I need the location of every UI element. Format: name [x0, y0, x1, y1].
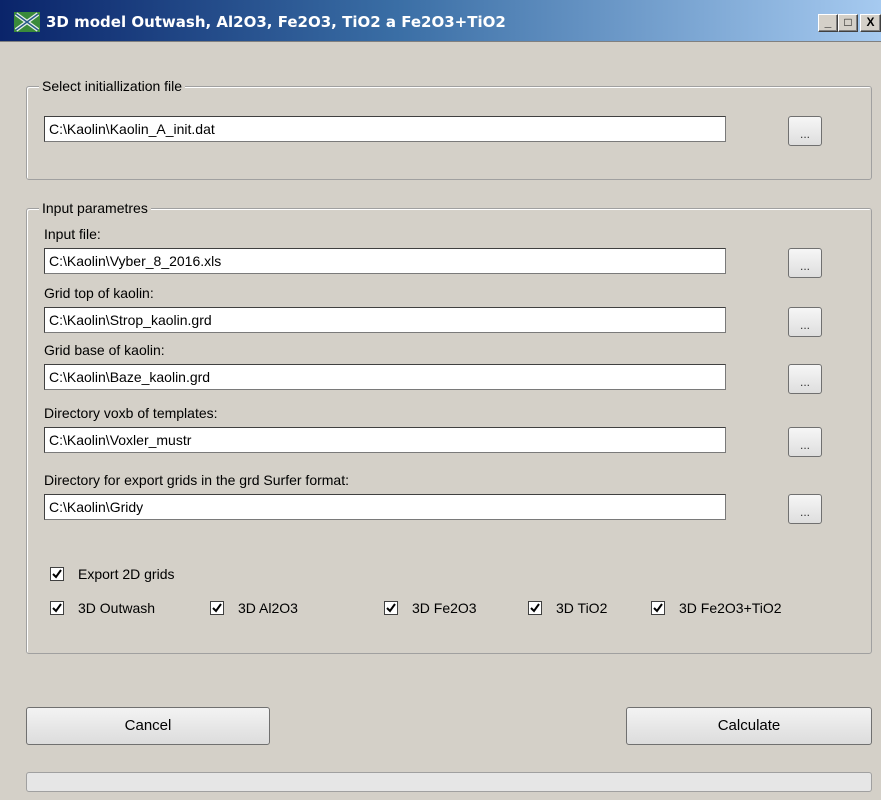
app-icon	[14, 12, 40, 32]
grid-base-label: Grid base of kaolin:	[44, 342, 165, 358]
templates-dir-label: Directory voxb of templates:	[44, 405, 218, 421]
checkbox-check-icon[interactable]	[651, 601, 665, 615]
window-title: 3D model Outwash, Al2O3, Fe2O3, TiO2 a F…	[46, 13, 506, 31]
close-button[interactable]: X	[860, 14, 881, 32]
export-dir-field[interactable]: C:\Kaolin\Gridy	[44, 494, 726, 520]
input-file-label: Input file:	[44, 226, 101, 242]
grid-base-field[interactable]: C:\Kaolin\Baze_kaolin.grd	[44, 364, 726, 390]
input-file-browse-button[interactable]: ...	[788, 248, 822, 278]
minimize-icon: _	[824, 15, 832, 29]
close-icon: X	[866, 15, 875, 29]
cancel-button[interactable]: Cancel	[26, 707, 270, 745]
al2o3-checkbox[interactable]: 3D Al2O3	[210, 600, 298, 616]
checkbox-check-icon[interactable]	[50, 567, 64, 581]
maximize-button[interactable]: □	[838, 14, 858, 32]
input-file-field[interactable]: C:\Kaolin\Vyber_8_2016.xls	[44, 248, 726, 274]
fe2o3-tio2-checkbox[interactable]: 3D Fe2O3+TiO2	[651, 600, 782, 616]
fe2o3-label: 3D Fe2O3	[412, 600, 477, 616]
tio2-label: 3D TiO2	[556, 600, 608, 616]
title-bar[interactable]: 3D model Outwash, Al2O3, Fe2O3, TiO2 a F…	[0, 0, 881, 42]
export-dir-browse-button[interactable]: ...	[788, 494, 822, 524]
grid-base-browse-button[interactable]: ...	[788, 364, 822, 394]
export-dir-label: Directory for export grids in the grd Su…	[44, 472, 349, 488]
outwash-label: 3D Outwash	[78, 600, 156, 616]
templates-dir-field[interactable]: C:\Kaolin\Voxler_mustr	[44, 427, 726, 453]
grid-top-browse-button[interactable]: ...	[788, 307, 822, 337]
outwash-checkbox[interactable]: 3D Outwash	[50, 600, 155, 616]
fe2o3-tio2-label: 3D Fe2O3+TiO2	[679, 600, 782, 616]
checkbox-check-icon[interactable]	[528, 601, 542, 615]
progress-bar	[26, 772, 872, 792]
fe2o3-checkbox[interactable]: 3D Fe2O3	[384, 600, 477, 616]
export-2d-label: Export 2D grids	[78, 566, 175, 582]
minimize-button[interactable]: _	[818, 14, 838, 32]
maximize-icon: □	[844, 15, 852, 29]
checkbox-check-icon[interactable]	[384, 601, 398, 615]
init-group-title: Select initiallization file	[39, 78, 186, 94]
export-2d-checkbox[interactable]: Export 2D grids	[50, 566, 174, 582]
params-group-title: Input parametres	[39, 200, 151, 216]
checkbox-check-icon[interactable]	[50, 601, 64, 615]
al2o3-label: 3D Al2O3	[238, 600, 298, 616]
templates-dir-browse-button[interactable]: ...	[788, 427, 822, 457]
init-browse-button[interactable]: ...	[788, 116, 822, 146]
init-file-input[interactable]: C:\Kaolin\Kaolin_A_init.dat	[44, 116, 726, 142]
tio2-checkbox[interactable]: 3D TiO2	[528, 600, 607, 616]
calculate-button[interactable]: Calculate	[626, 707, 872, 745]
grid-top-label: Grid top of kaolin:	[44, 285, 154, 301]
grid-top-field[interactable]: C:\Kaolin\Strop_kaolin.grd	[44, 307, 726, 333]
checkbox-check-icon[interactable]	[210, 601, 224, 615]
